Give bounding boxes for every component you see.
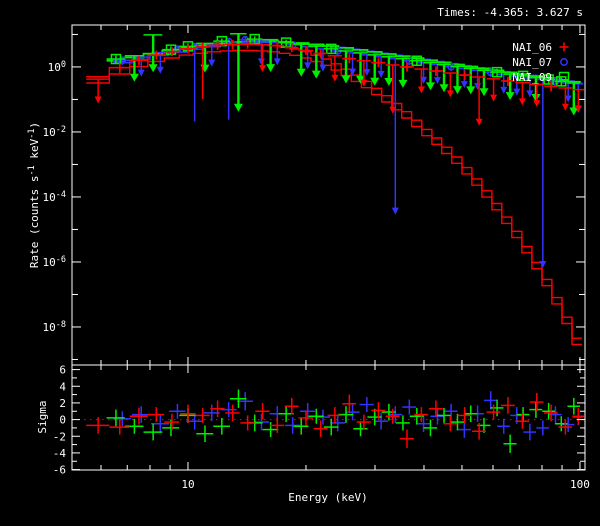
upper-limit-arrow xyxy=(398,79,408,88)
sigma-tick-label: -4 xyxy=(53,447,67,460)
y-tick-label: 10-6 xyxy=(43,255,67,269)
upper-limit-arrow xyxy=(208,59,216,67)
upper-limit-arrow xyxy=(129,73,139,82)
residual-panel-data xyxy=(72,389,585,453)
upper-limit-arrow xyxy=(466,86,476,95)
upper-limit-arrow xyxy=(233,103,243,112)
x-tick-label: 100 xyxy=(570,478,590,491)
upper-limit-arrow xyxy=(452,86,462,95)
upper-limit-arrow xyxy=(156,66,164,74)
residuals-NAI_09 xyxy=(106,389,580,453)
upper-limit-arrow xyxy=(425,82,435,91)
upper-limit-arrow xyxy=(391,207,399,215)
legend-item-NAI_09: NAI_09 xyxy=(512,71,570,84)
upper-limit-arrow xyxy=(304,62,312,70)
model-line-NAI_06-upper xyxy=(86,43,582,339)
y-tick-label: 10-2 xyxy=(43,125,67,139)
upper-limit-arrow xyxy=(319,64,327,72)
top-panel-data xyxy=(86,32,585,346)
upper-limit-arrow xyxy=(561,103,569,111)
upper-limit-arrow xyxy=(433,77,441,85)
x-tick-label: 10 xyxy=(181,478,194,491)
legend-item-NAI_07: NAI_07 xyxy=(512,56,568,69)
sigma-tick-label: 0 xyxy=(59,414,66,427)
y-tick-label: 100 xyxy=(48,60,66,74)
upper-limit-arrow xyxy=(259,65,267,73)
upper-limit-arrow xyxy=(341,75,351,84)
legend-item-NAI_06: NAI_06 xyxy=(512,41,569,54)
upper-limit-arrow xyxy=(505,92,515,101)
y-axis-label-rate: Rate (counts s-1 keV-1) xyxy=(27,122,41,268)
y-tick-label: 10-4 xyxy=(43,190,67,204)
upper-limit-arrow xyxy=(137,69,145,77)
upper-limit-arrow xyxy=(148,64,158,73)
upper-limit-arrow xyxy=(475,118,483,126)
upper-limit-arrow xyxy=(518,98,526,106)
spectral-fit-window: 10 100 100 10-2 10-4 10-6 10-8 6 4 2 0 -2 -4 -6 Times:… xyxy=(0,0,600,526)
sigma-tick-label: 4 xyxy=(59,380,66,393)
x-axis-label: Energy (keV) xyxy=(288,491,367,504)
legend-label: NAI_06 xyxy=(512,41,552,54)
upper-limit-arrow xyxy=(200,64,210,73)
upper-limit-arrow xyxy=(446,90,454,98)
upper-limit-arrow xyxy=(417,86,425,94)
upper-limit-arrow xyxy=(266,64,276,73)
upper-limit-arrow xyxy=(257,58,265,66)
upper-limit-arrow xyxy=(539,261,547,269)
sigma-tick-label: -2 xyxy=(53,430,66,443)
legend-label: NAI_07 xyxy=(512,56,552,69)
spectrum-plot-canvas: 10 100 100 10-2 10-4 10-6 10-8 6 4 2 0 -2 -4 -6 Times:… xyxy=(27,6,590,504)
legend-label: NAI_09 xyxy=(512,71,552,84)
upper-limit-arrow xyxy=(331,74,339,82)
legend: NAI_06 NAI_07 NAI_09 xyxy=(512,41,570,84)
upper-limit-arrow xyxy=(490,94,498,102)
upper-limit-arrow xyxy=(479,88,489,97)
y-axis-label-sigma: Sigma xyxy=(36,400,49,433)
upper-limit-arrow xyxy=(311,70,321,79)
top-panel-frame xyxy=(71,24,586,366)
upper-limit-arrow xyxy=(533,100,541,108)
sigma-tick-label: 6 xyxy=(59,364,66,377)
sigma-tick-label: -6 xyxy=(53,464,66,477)
plot-title: Times: -4.365: 3.627 s xyxy=(437,6,583,19)
upper-limit-arrow xyxy=(296,68,306,77)
upper-limit-arrow xyxy=(526,90,534,98)
upper-limit-arrow xyxy=(377,70,385,78)
sigma-tick-label: 2 xyxy=(59,397,66,410)
y-tick-label: 10-8 xyxy=(43,320,67,334)
upper-limit-arrow xyxy=(94,96,102,104)
